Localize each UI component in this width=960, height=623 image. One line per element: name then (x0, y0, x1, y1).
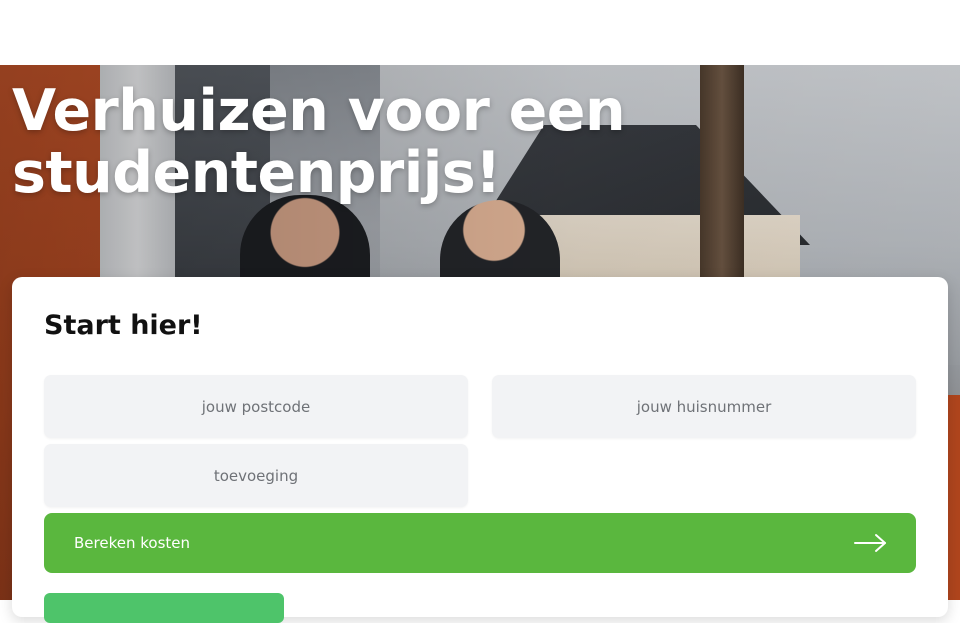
postcode-input[interactable] (44, 375, 468, 438)
calculate-costs-label: Bereken kosten (74, 534, 191, 552)
top-bar (0, 0, 960, 65)
quote-form-card: Start hier! Bereken kosten (12, 277, 948, 623)
form-title: Start hier! (44, 310, 203, 341)
arrow-right-icon (854, 534, 886, 552)
hero-title: Verhuizen voor een studentenprijs! (12, 78, 626, 206)
calculate-costs-button[interactable]: Bereken kosten (44, 513, 916, 573)
huisnummer-input[interactable] (492, 375, 916, 438)
secondary-button[interactable] (44, 593, 284, 623)
toevoeging-input[interactable] (44, 444, 468, 507)
